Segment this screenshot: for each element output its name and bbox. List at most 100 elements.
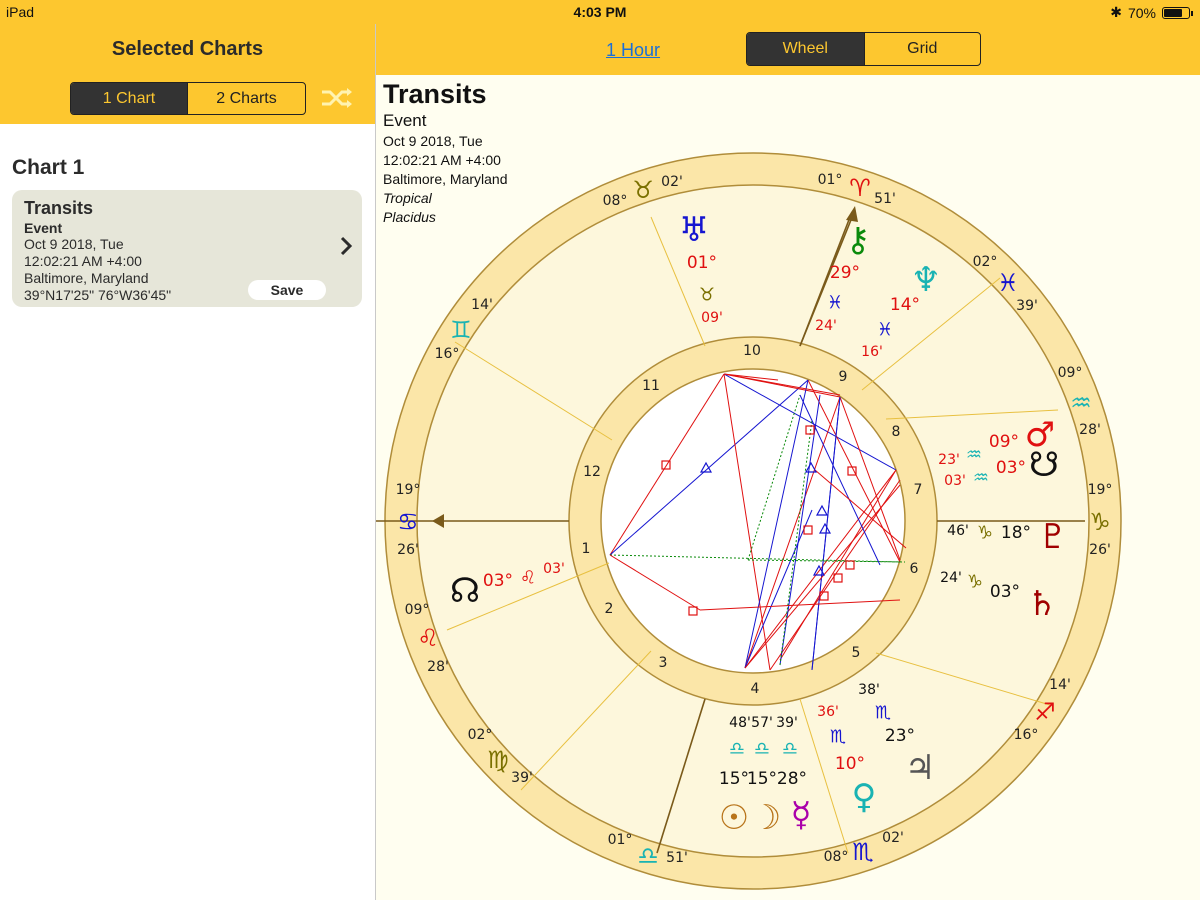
segment-2-charts[interactable]: 2 Charts [187, 83, 305, 114]
cusp-minutes: 51' [874, 191, 896, 207]
cusp-degree: 19° [1088, 482, 1113, 498]
cusp-sign-icon: ♓ [997, 269, 1019, 297]
house-number: 8 [892, 424, 901, 440]
planet-minutes: 24' [815, 318, 837, 334]
planet-sign-icon: ♎ [754, 739, 770, 760]
card-title: Transits [24, 198, 94, 218]
main-header: 1 Hour Wheel Grid [376, 24, 1200, 75]
cusp-minutes: 14' [1049, 677, 1071, 693]
cusp-minutes: 02' [882, 830, 904, 846]
planet-degree: 15° [747, 769, 777, 789]
chart-count-segmented: 1 Chart 2 Charts [70, 82, 306, 115]
cusp-degree: 16° [435, 346, 460, 362]
house-number: 1 [582, 541, 591, 557]
view-segmented: Wheel Grid [746, 32, 981, 66]
planet-sign-icon: ♓ [877, 320, 893, 341]
cusp-degree: 08° [824, 849, 849, 865]
house-number: 3 [659, 655, 668, 671]
planet-minutes: 24' [940, 570, 962, 586]
planet-sign-icon: ♑ [977, 523, 993, 544]
house-number: 9 [839, 369, 848, 385]
planet-minutes: 38' [858, 682, 880, 698]
planet-sign-icon: ♒ [966, 445, 982, 466]
house-number: 5 [852, 645, 861, 661]
save-button[interactable]: Save [248, 280, 326, 300]
tab-wheel[interactable]: Wheel [747, 33, 864, 65]
cusp-degree: 16° [1014, 727, 1039, 743]
planet-minutes: 03' [543, 561, 565, 577]
cusp-sign-icon: ♎ [637, 842, 659, 870]
card-subtitle: Event [24, 220, 63, 236]
cusp-degree: 01° [818, 172, 843, 188]
planet-sign-icon: ♏ [875, 703, 891, 724]
jupiter-icon: ♃ [905, 748, 935, 788]
planet-minutes: 36' [817, 704, 839, 720]
cusp-sign-icon: ♑ [1089, 508, 1111, 536]
cusp-minutes: 26' [1089, 542, 1111, 558]
house-number: 12 [583, 464, 601, 480]
venus-icon: ♀ [852, 777, 877, 817]
planet-minutes: 39' [776, 715, 798, 731]
planet-minutes: 57' [751, 715, 773, 731]
planet-sign-icon: ♉ [699, 285, 715, 306]
cusp-minutes: 51' [666, 850, 688, 866]
cusp-degree: 02° [973, 254, 998, 270]
sidebar-title: Selected Charts [111, 38, 264, 60]
neptune-icon: ♆ [911, 260, 941, 300]
planet-degree: 09° [989, 432, 1019, 452]
planet-degree: 23° [885, 726, 915, 746]
planet-degree: 15° [719, 769, 749, 789]
cusp-minutes: 28' [427, 659, 449, 675]
chart-1-label: Chart 1 [12, 156, 85, 179]
cusp-sign-icon: ♒ [1070, 389, 1092, 417]
planet-minutes: 09' [701, 310, 723, 326]
uranus-icon: ♅ [679, 210, 709, 250]
planet-minutes: 46' [947, 523, 969, 539]
status-right: ✱ 70% [1110, 4, 1193, 21]
planet-degree: 10° [835, 754, 865, 774]
cusp-sign-icon: ♏ [852, 838, 874, 866]
bluetooth-icon: ✱ [1110, 4, 1122, 20]
cusp-minutes: 02' [661, 174, 683, 190]
cusp-sign-icon: ♈ [849, 174, 871, 202]
chevron-right-icon[interactable] [338, 234, 354, 258]
cusp-degree: 08° [603, 193, 628, 209]
planet-minutes: 03' [944, 473, 966, 489]
planet-sign-icon: ♎ [782, 739, 798, 760]
card-date: Oct 9 2018, Tue [24, 236, 124, 252]
cusp-minutes: 28' [1079, 422, 1101, 438]
segment-1-chart[interactable]: 1 Chart [71, 83, 187, 114]
sidebar-header: Selected Charts 1 Chart 2 Charts [0, 24, 375, 124]
clock: 4:03 PM [573, 4, 627, 20]
planet-degree: 18° [1001, 523, 1031, 543]
cusp-degree: 02° [468, 727, 493, 743]
planet-sign-icon: ♒ [973, 468, 989, 489]
pluto-icon: ♇ [1038, 517, 1068, 557]
planet-sign-icon: ♑ [967, 572, 983, 593]
tab-grid[interactable]: Grid [863, 33, 981, 65]
planet-sign-icon: ♓ [827, 293, 843, 314]
planet-minutes: 16' [861, 344, 883, 360]
shuffle-icon[interactable] [320, 86, 354, 110]
one-hour-link[interactable]: 1 Hour [606, 40, 660, 61]
planet-degree: 03° [483, 571, 513, 591]
north-node-icon: ☊ [450, 571, 480, 611]
south-node-icon: ☋ [1029, 445, 1059, 485]
planet-degree: 28° [777, 769, 807, 789]
planet-sign-icon: ♏ [830, 727, 846, 748]
cusp-minutes: 14' [471, 297, 493, 313]
cusp-sign-icon: ♌ [417, 624, 439, 652]
cusp-sign-icon: ♐ [1034, 698, 1056, 726]
cusp-degree: 09° [405, 602, 430, 618]
cusp-degree: 09° [1058, 365, 1083, 381]
cusp-minutes: 26' [397, 542, 419, 558]
status-bar: iPad 4:03 PM ✱ 70% [0, 0, 1200, 24]
chart-wheel[interactable]: 123456789101112 19°♋26'09°♌28'02°♍39'01°… [376, 75, 1200, 900]
cusp-minutes: 39' [1016, 298, 1038, 314]
planet-minutes: 23' [938, 452, 960, 468]
cusp-degree: 19° [396, 482, 421, 498]
house-number: 11 [642, 378, 660, 394]
chart-card[interactable]: Transits Event Oct 9 2018, Tue 12:02:21 … [12, 190, 362, 307]
cusp-degree: 01° [608, 832, 633, 848]
moon-icon: ☽ [751, 798, 781, 838]
